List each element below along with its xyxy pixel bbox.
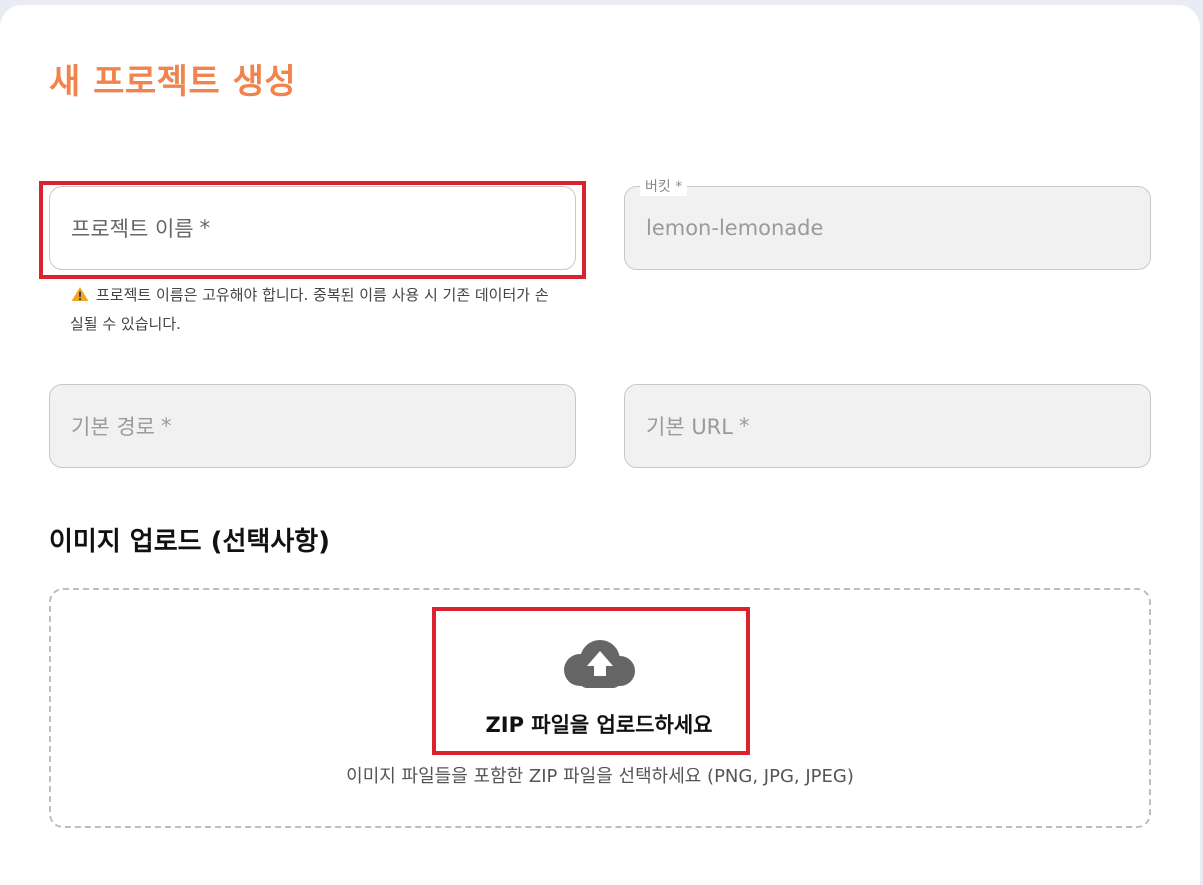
warning-icon	[71, 286, 89, 302]
image-upload-section-title: 이미지 업로드 (선택사항)	[49, 527, 331, 557]
project-name-warning: 프로젝트 이름은 고유해야 합니다. 중복된 이름 사용 시 기존 데이터가 손…	[70, 281, 550, 339]
warning-text: 프로젝트 이름은 고유해야 합니다. 중복된 이름 사용 시 기존 데이터가 손…	[70, 286, 549, 333]
base-path-required-mark: *	[160, 414, 172, 438]
base-url-required-mark: *	[738, 414, 750, 438]
upload-subtitle: 이미지 파일들을 포함한 ZIP 파일을 선택하세요 (PNG, JPG, JP…	[346, 766, 854, 787]
upload-title-highlight	[432, 607, 750, 755]
base-path-input[interactable]: 기본 경로 *	[49, 384, 576, 468]
base-url-input[interactable]: 기본 URL *	[624, 384, 1151, 468]
base-url-placeholder: 기본 URL	[646, 415, 733, 439]
bucket-input: lemon-lemonade	[624, 186, 1151, 270]
bucket-value: lemon-lemonade	[646, 216, 824, 240]
project-name-highlight	[39, 181, 586, 279]
bucket-label: 버킷 *	[640, 176, 688, 196]
base-path-placeholder: 기본 경로	[71, 415, 155, 439]
page-title: 새 프로젝트 생성	[49, 62, 297, 102]
